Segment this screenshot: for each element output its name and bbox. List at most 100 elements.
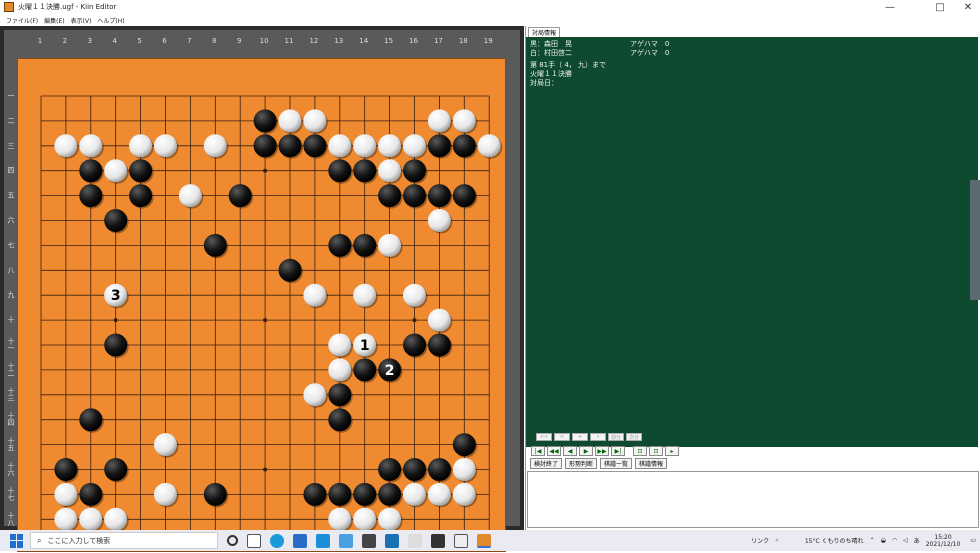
cortana-icon[interactable]: [227, 535, 238, 546]
link-label[interactable]: リンク: [751, 536, 769, 545]
end-review-button[interactable]: 検討終了: [530, 458, 563, 469]
record-list-button[interactable]: 棋譜一覧: [600, 458, 633, 469]
black-stone[interactable]: [328, 233, 352, 257]
app-icon-7[interactable]: [454, 533, 468, 548]
white-stone[interactable]: [477, 134, 501, 158]
black-stone[interactable]: [378, 458, 402, 481]
app-icon-5[interactable]: [408, 533, 422, 548]
mail-icon[interactable]: [385, 533, 399, 548]
menu-help[interactable]: ヘルプ(H): [97, 16, 124, 25]
white-stone[interactable]: [104, 507, 128, 531]
white-stone[interactable]: [54, 482, 78, 506]
app-icon-3[interactable]: [339, 533, 353, 548]
black-stone[interactable]: [129, 159, 153, 183]
chevron-icon[interactable]: »: [775, 537, 779, 544]
black-stone[interactable]: [403, 159, 426, 183]
white-stone[interactable]: [79, 134, 103, 158]
white-stone[interactable]: [403, 482, 426, 506]
store-icon[interactable]: [293, 533, 307, 548]
black-stone[interactable]: [253, 109, 277, 133]
white-stone[interactable]: [452, 109, 476, 133]
comment-textarea[interactable]: [527, 471, 979, 528]
white-stone[interactable]: [178, 184, 202, 208]
app-icon-2[interactable]: [316, 533, 330, 548]
black-stone[interactable]: [253, 134, 277, 158]
white-stone[interactable]: [303, 109, 327, 133]
black-stone[interactable]: [353, 159, 377, 183]
white-stone[interactable]: [427, 308, 451, 332]
white-stone[interactable]: [378, 233, 402, 257]
black-stone[interactable]: [452, 433, 476, 457]
black-stone[interactable]: [203, 233, 227, 257]
position-judge-button[interactable]: 形勢判断: [565, 458, 598, 469]
black-stone[interactable]: [328, 383, 352, 407]
first-move-button[interactable]: |◀: [531, 446, 545, 456]
wifi-icon[interactable]: ◠: [892, 537, 897, 544]
panel-button-3[interactable]: ▸: [665, 446, 679, 456]
panel-button-1[interactable]: ⊡: [633, 446, 647, 456]
black-stone[interactable]: [353, 482, 377, 506]
black-stone[interactable]: [403, 333, 426, 357]
black-stone[interactable]: [427, 134, 451, 158]
black-stone[interactable]: [403, 458, 426, 481]
white-stone[interactable]: [378, 507, 402, 531]
var-prev-button[interactable]: <: [554, 433, 570, 441]
var-next-button[interactable]: »: [590, 433, 606, 441]
record-info-button[interactable]: 棋譜情報: [635, 458, 668, 469]
white-stone[interactable]: [54, 134, 78, 158]
white-stone[interactable]: [353, 283, 377, 307]
white-stone[interactable]: [79, 507, 103, 531]
taskbar-search[interactable]: ⌕ ここに入力して検索: [30, 532, 218, 549]
white-stone[interactable]: [427, 482, 451, 506]
black-stone[interactable]: [328, 159, 352, 183]
prev-branch-button[interactable]: 前分: [608, 433, 624, 441]
black-stone[interactable]: [403, 184, 426, 208]
black-stone[interactable]: [104, 333, 128, 357]
forward-button[interactable]: ▶: [579, 446, 593, 456]
white-stone[interactable]: [203, 134, 227, 158]
black-stone[interactable]: [303, 134, 327, 158]
volume-icon[interactable]: ◁: [903, 537, 908, 544]
white-stone[interactable]: [403, 283, 426, 307]
white-stone[interactable]: [278, 109, 302, 133]
back-fast-button[interactable]: ◀◀: [547, 446, 561, 456]
black-stone[interactable]: [54, 458, 78, 481]
black-stone[interactable]: [353, 358, 377, 382]
weather-text[interactable]: 15°C くもりのち晴れ: [805, 536, 864, 545]
edge-icon[interactable]: [270, 533, 284, 548]
white-stone[interactable]: [378, 134, 402, 158]
app-icon-6[interactable]: [431, 533, 445, 548]
tray-up-icon[interactable]: ⌃: [870, 537, 875, 544]
var-first-button[interactable]: <<: [536, 433, 552, 441]
close-button[interactable]: ✕: [950, 0, 980, 14]
menu-edit[interactable]: 編集(E): [44, 16, 64, 25]
black-stone[interactable]: [129, 184, 153, 208]
black-stone[interactable]: [427, 458, 451, 481]
network-icon[interactable]: ◒: [881, 537, 886, 544]
last-move-button[interactable]: ▶|: [611, 446, 625, 456]
black-stone[interactable]: [79, 184, 103, 208]
white-stone[interactable]: [104, 159, 128, 183]
black-stone[interactable]: [203, 482, 227, 506]
kiin-editor-taskbar-icon[interactable]: [477, 533, 491, 548]
black-stone[interactable]: [427, 184, 451, 208]
black-stone[interactable]: [427, 333, 451, 357]
menu-file[interactable]: ファイル(F): [6, 16, 38, 25]
white-stone[interactable]: [427, 109, 451, 133]
white-stone[interactable]: [452, 458, 476, 481]
white-stone[interactable]: [328, 507, 352, 531]
clock[interactable]: 15:20 2021/12/10: [926, 534, 961, 548]
white-stone[interactable]: [154, 134, 177, 158]
go-board[interactable]: 3 12: [17, 58, 506, 552]
black-stone[interactable]: [353, 233, 377, 257]
white-stone[interactable]: [378, 159, 402, 183]
board-grid[interactable]: 3 12: [18, 59, 507, 553]
white-stone[interactable]: [353, 507, 377, 531]
panel-button-2[interactable]: ⊡: [649, 446, 663, 456]
tab-game-info[interactable]: 対局情報: [528, 27, 561, 37]
white-stone[interactable]: [154, 433, 177, 457]
notification-icon[interactable]: ▭: [970, 537, 976, 544]
white-stone[interactable]: [403, 134, 426, 158]
black-stone[interactable]: [278, 258, 302, 282]
minimize-button[interactable]: —: [872, 0, 908, 14]
